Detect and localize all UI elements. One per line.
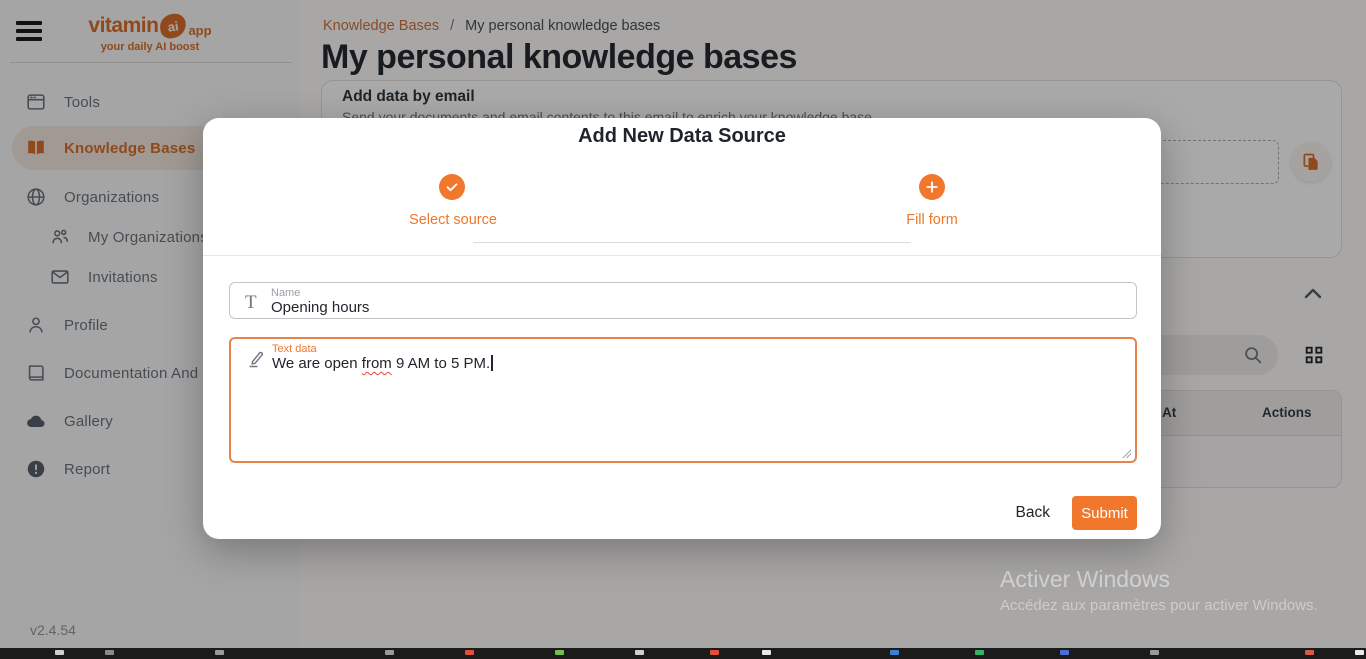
step-label-fill-form: Fill form <box>906 212 958 228</box>
taskbar-icon[interactable] <box>215 650 224 655</box>
taskbar-icon[interactable] <box>762 650 771 655</box>
text-format-icon: T <box>245 292 265 314</box>
edit-pencil-icon <box>246 348 266 370</box>
taskbar-icon[interactable] <box>465 650 474 655</box>
text-cursor <box>491 355 493 371</box>
taskbar-icon[interactable] <box>890 650 899 655</box>
taskbar-icon[interactable] <box>1355 650 1364 655</box>
taskbar-icon[interactable] <box>385 650 394 655</box>
misspelled-word: from <box>362 355 392 372</box>
taskbar-icon[interactable] <box>1305 650 1314 655</box>
windows-taskbar[interactable] <box>0 648 1366 659</box>
text-data-field[interactable]: Text data We are open from 9 AM to 5 PM. <box>229 337 1137 463</box>
taskbar-icon[interactable] <box>710 650 719 655</box>
taskbar-icon[interactable] <box>1150 650 1159 655</box>
modal-title: Add New Data Source <box>203 125 1161 148</box>
name-field[interactable]: T Name Opening hours <box>229 282 1137 319</box>
modal-divider <box>203 255 1161 256</box>
add-data-source-modal: Add New Data Source Select source Fill f… <box>203 118 1161 539</box>
step-label-select-source: Select source <box>409 212 497 228</box>
taskbar-icon[interactable] <box>55 650 64 655</box>
plus-icon <box>925 180 939 194</box>
stepper: Select source Fill form <box>203 174 1161 230</box>
textarea-resize-handle[interactable] <box>1121 448 1132 459</box>
taskbar-icon[interactable] <box>975 650 984 655</box>
step-fill-form[interactable] <box>919 174 945 200</box>
taskbar-icon[interactable] <box>635 650 644 655</box>
app-root: vitamin ai app your daily AI boost Tools… <box>0 0 1366 659</box>
taskbar-icon[interactable] <box>105 650 114 655</box>
submit-button[interactable]: Submit <box>1072 496 1137 530</box>
back-button[interactable]: Back <box>1016 504 1050 522</box>
taskbar-icon[interactable] <box>555 650 564 655</box>
taskbar-icon[interactable] <box>1060 650 1069 655</box>
name-field-value: Opening hours <box>271 299 369 316</box>
text-data-field-value: We are open from 9 AM to 5 PM. <box>272 355 493 372</box>
step-select-source[interactable] <box>439 174 465 200</box>
modal-footer: Back Submit <box>1016 496 1137 530</box>
name-field-label: Name <box>271 287 300 299</box>
check-icon <box>445 180 459 194</box>
text-data-field-label: Text data <box>272 343 317 355</box>
stepper-connector <box>473 242 911 243</box>
